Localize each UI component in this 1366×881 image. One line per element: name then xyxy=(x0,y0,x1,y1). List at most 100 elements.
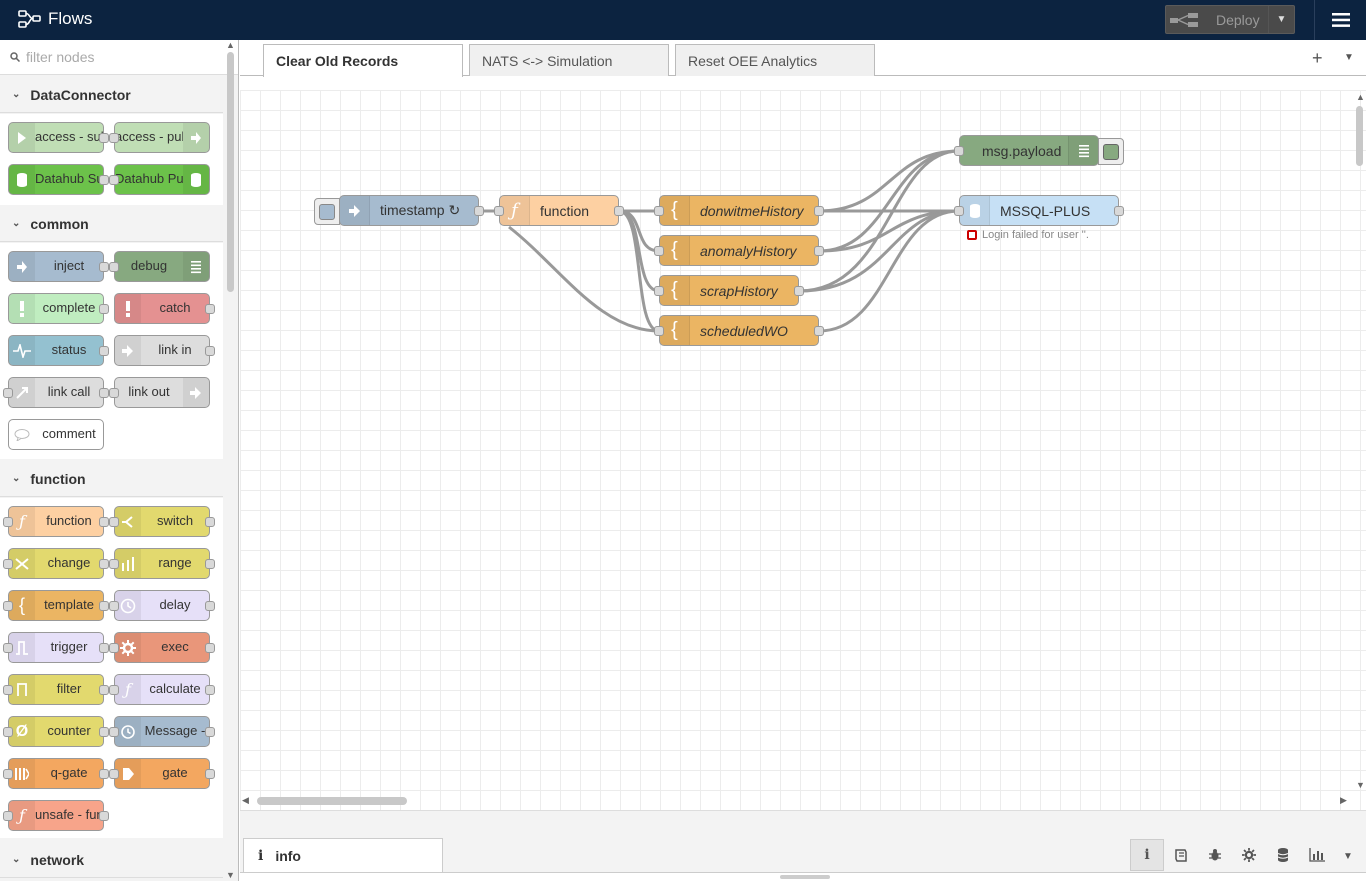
filter-nodes-input[interactable] xyxy=(26,49,206,65)
output-port[interactable] xyxy=(794,286,804,296)
palette-node-comment[interactable]: comment xyxy=(8,419,104,450)
input-port[interactable] xyxy=(954,146,964,156)
tab-reset-oee-analytics[interactable]: Reset OEE Analytics xyxy=(675,44,875,76)
sidebar-menu-caret-icon[interactable]: ▼ xyxy=(1343,851,1353,862)
workspace-vertical-scrollbar[interactable]: ▲ ▼ xyxy=(1354,92,1366,792)
palette-node-access-publish[interactable]: access - publish xyxy=(109,122,210,153)
inject-trigger-button[interactable] xyxy=(314,198,340,225)
book-icon xyxy=(1175,849,1187,862)
palette-node-switch[interactable]: switch xyxy=(109,506,215,537)
flow-node-mssql-plus[interactable]: MSSQL-PLUS xyxy=(954,195,1124,226)
workspace-hscroll-thumb[interactable] xyxy=(257,797,407,805)
workspace-vscroll-thumb[interactable] xyxy=(1356,106,1363,166)
flow-node-scraphistory[interactable]: { scrapHistory xyxy=(654,275,804,306)
palette-node-debug[interactable]: debug xyxy=(109,251,210,282)
palette-scrollbar[interactable]: ▲ ▼ xyxy=(226,40,235,880)
input-port[interactable] xyxy=(654,206,664,216)
input-port xyxy=(109,769,119,779)
deploy-menu-caret-icon[interactable]: ▼ xyxy=(1268,6,1294,33)
sidebar-help-button[interactable] xyxy=(1164,839,1198,871)
tab-nats-simulation[interactable]: NATS <-> Simulation xyxy=(469,44,669,76)
palette-node-link-call[interactable]: link call xyxy=(3,377,109,408)
flow-node-scheduledwo[interactable]: { scheduledWO xyxy=(654,315,824,346)
palette-scroll-thumb[interactable] xyxy=(227,52,234,292)
flow-node-anomalyhistory[interactable]: { anomalyHistory xyxy=(654,235,824,266)
debug-toggle-button[interactable] xyxy=(1098,138,1124,165)
sidebar-config-button[interactable] xyxy=(1232,839,1266,871)
palette-node-range[interactable]: range xyxy=(109,548,215,579)
palette-node-trigger[interactable]: trigger xyxy=(3,632,109,663)
palette-node-change[interactable]: change xyxy=(3,548,109,579)
output-port[interactable] xyxy=(814,326,824,336)
scroll-up-icon[interactable]: ▲ xyxy=(1356,92,1365,102)
input-port xyxy=(109,727,119,737)
sidebar-context-button[interactable] xyxy=(1266,839,1300,871)
palette-node-counter[interactable]: Øcounter xyxy=(3,716,109,747)
tab-list-caret-icon[interactable]: ▼ xyxy=(1344,52,1354,63)
palette-node-q-gate[interactable]: q-gate xyxy=(3,758,109,789)
flow-node-function[interactable]: ƒ function xyxy=(494,195,624,226)
list-icon xyxy=(1068,136,1098,165)
input-port[interactable] xyxy=(654,286,664,296)
palette-node-datahub-publish[interactable]: Datahub Publish xyxy=(109,164,210,195)
gear-icon xyxy=(1242,848,1256,862)
workspace-horizontal-scrollbar[interactable]: ◀ ▶ xyxy=(240,794,1354,808)
input-port xyxy=(109,388,119,398)
output-port[interactable] xyxy=(614,206,624,216)
search-icon xyxy=(10,52,20,62)
palette-node-status[interactable]: status xyxy=(8,335,109,366)
deploy-button[interactable]: Deploy ▼ xyxy=(1165,5,1295,34)
input-port[interactable] xyxy=(954,206,964,216)
input-port[interactable] xyxy=(654,326,664,336)
category-network[interactable]: ⌄ network xyxy=(0,842,223,878)
flow-node-timestamp[interactable]: timestamp ↻ xyxy=(314,195,484,226)
scroll-down-icon[interactable]: ▼ xyxy=(226,870,235,880)
arrow-in-icon xyxy=(340,196,370,225)
flow-node-msg-payload-debug[interactable]: msg.payload xyxy=(954,135,1124,166)
palette-node-calculate[interactable]: ƒ calculate xyxy=(109,674,215,705)
palette-node-link-out[interactable]: link out xyxy=(109,377,210,408)
input-port[interactable] xyxy=(494,206,504,216)
output-port[interactable] xyxy=(814,206,824,216)
deploy-label: Deploy xyxy=(1216,11,1260,28)
sidebar-resize-handle[interactable] xyxy=(780,875,830,879)
palette-node-complete[interactable]: complete xyxy=(8,293,109,324)
palette-node-delay[interactable]: delay xyxy=(109,590,215,621)
palette-node-message[interactable]: Message - xyxy=(109,716,215,747)
scroll-up-icon[interactable]: ▲ xyxy=(226,40,235,50)
scroll-down-icon[interactable]: ▼ xyxy=(1356,780,1365,790)
sidebar-dashboard-button[interactable] xyxy=(1300,839,1334,871)
palette-node-filter[interactable]: filter xyxy=(3,674,109,705)
palette-node-unsafe-function[interactable]: ƒunsafe - function xyxy=(3,800,109,831)
palette-node-template[interactable]: {template xyxy=(3,590,109,621)
tab-clear-old-records[interactable]: Clear Old Records xyxy=(263,44,463,77)
scroll-left-icon[interactable]: ◀ xyxy=(242,795,249,806)
category-dataconnector[interactable]: ⌄ DataConnector xyxy=(0,77,223,113)
sidebar-debug-button[interactable] xyxy=(1198,839,1232,871)
input-port[interactable] xyxy=(654,246,664,256)
palette-node-function[interactable]: ƒ function xyxy=(3,506,109,537)
palette-node-gate[interactable]: gate xyxy=(109,758,215,789)
palette-node-access-subscribe[interactable]: access - subscribe xyxy=(8,122,109,153)
output-port xyxy=(99,727,109,737)
category-function[interactable]: ⌄ function xyxy=(0,461,223,497)
add-tab-icon[interactable]: + xyxy=(1312,48,1323,69)
scroll-right-icon[interactable]: ▶ xyxy=(1340,795,1347,806)
tab-info[interactable]: i info xyxy=(243,838,443,872)
output-port[interactable] xyxy=(474,206,484,216)
input-port xyxy=(3,643,13,653)
palette-node-inject[interactable]: inject xyxy=(8,251,109,282)
palette-node-exec[interactable]: exec xyxy=(109,632,215,663)
category-common[interactable]: ⌄ common xyxy=(0,206,223,242)
flow-workspace[interactable]: timestamp ↻ ƒ function { donwitmeHistory… xyxy=(240,77,1366,810)
palette-node-catch[interactable]: catch xyxy=(114,293,215,324)
flow-node-donwitmehistory[interactable]: { donwitmeHistory xyxy=(654,195,824,226)
palette-node-link-in[interactable]: link in xyxy=(114,335,215,366)
sidebar-info-button[interactable]: i xyxy=(1130,839,1164,871)
list-icon xyxy=(183,252,209,281)
input-port xyxy=(3,811,13,821)
output-port[interactable] xyxy=(1114,206,1124,216)
main-menu-button[interactable] xyxy=(1314,0,1366,40)
palette-node-datahub-subscribe[interactable]: Datahub Subscribe xyxy=(8,164,109,195)
output-port[interactable] xyxy=(814,246,824,256)
